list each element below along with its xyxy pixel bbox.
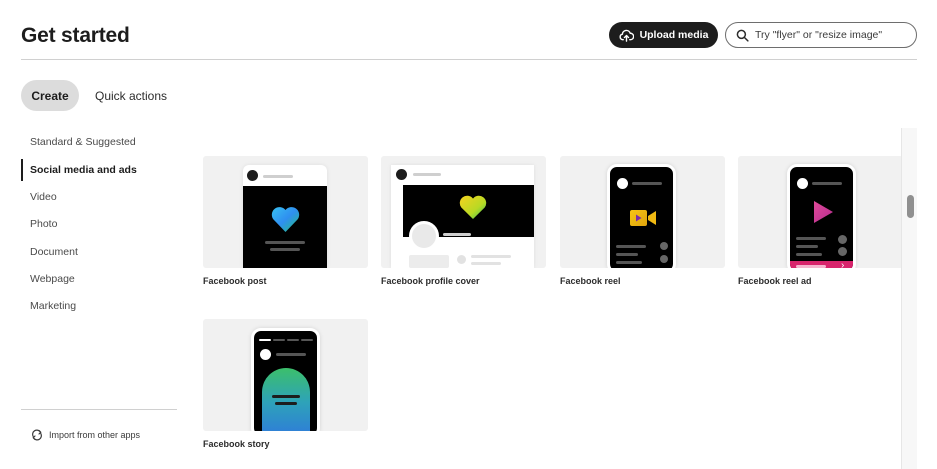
template-card-facebook-story[interactable]: Facebook story xyxy=(203,319,368,449)
template-thumbnail xyxy=(560,156,725,268)
template-label: Facebook post xyxy=(203,276,267,286)
facebook-logo-icon xyxy=(396,169,407,180)
sidebar-divider xyxy=(21,409,177,410)
story-arch-graphic xyxy=(262,368,310,431)
search-icon xyxy=(736,29,749,42)
facebook-logo-icon xyxy=(617,178,628,189)
chevron-right-icon: › xyxy=(841,260,845,268)
import-from-other-apps-link[interactable]: Import from other apps xyxy=(31,429,140,441)
scrollbar-track[interactable] xyxy=(901,128,917,469)
facebook-logo-icon xyxy=(247,170,258,181)
heart-icon xyxy=(459,195,487,219)
template-label: Facebook reel ad xyxy=(738,276,812,286)
scrollbar-thumb[interactable] xyxy=(907,195,914,218)
cloud-upload-icon xyxy=(619,29,634,42)
heart-icon xyxy=(271,207,300,232)
sidebar-item-webpage[interactable]: Webpage xyxy=(21,268,171,290)
import-icon xyxy=(32,429,42,441)
search-input[interactable] xyxy=(755,29,905,41)
template-thumbnail xyxy=(203,156,368,268)
template-card-facebook-profile-cover[interactable]: Facebook profile cover xyxy=(381,156,546,286)
template-card-facebook-reel-ad[interactable]: › Facebook reel ad xyxy=(738,156,903,286)
template-label: Facebook story xyxy=(203,439,270,449)
upload-media-button[interactable]: Upload media xyxy=(609,22,718,48)
template-label: Facebook profile cover xyxy=(381,276,480,286)
template-card-facebook-reel[interactable]: Facebook reel xyxy=(560,156,725,286)
sidebar-item-standard-suggested[interactable]: Standard & Suggested xyxy=(21,131,171,153)
sidebar-item-social-media-ads[interactable]: Social media and ads xyxy=(21,159,171,181)
facebook-logo-icon xyxy=(797,178,808,189)
template-label: Facebook reel xyxy=(560,276,621,286)
search-field[interactable] xyxy=(725,22,917,48)
import-label: Import from other apps xyxy=(49,430,141,440)
upload-media-label: Upload media xyxy=(639,29,709,41)
tab-quick-actions[interactable]: Quick actions xyxy=(88,80,174,111)
facebook-logo-icon xyxy=(260,349,271,360)
tab-create[interactable]: Create xyxy=(21,80,79,111)
template-thumbnail xyxy=(203,319,368,431)
sidebar-item-document[interactable]: Document xyxy=(21,241,171,263)
template-thumbnail xyxy=(381,156,546,268)
sidebar-item-marketing[interactable]: Marketing xyxy=(21,295,171,317)
sidebar-item-photo[interactable]: Photo xyxy=(21,213,171,235)
header-divider xyxy=(21,59,917,60)
page-title: Get started xyxy=(21,24,130,47)
sidebar-item-video[interactable]: Video xyxy=(21,186,171,208)
video-camera-icon xyxy=(630,210,656,226)
play-icon xyxy=(814,201,833,223)
profile-avatar-icon xyxy=(409,221,439,251)
template-card-facebook-post[interactable]: Facebook post xyxy=(203,156,368,286)
template-thumbnail: › xyxy=(738,156,903,268)
